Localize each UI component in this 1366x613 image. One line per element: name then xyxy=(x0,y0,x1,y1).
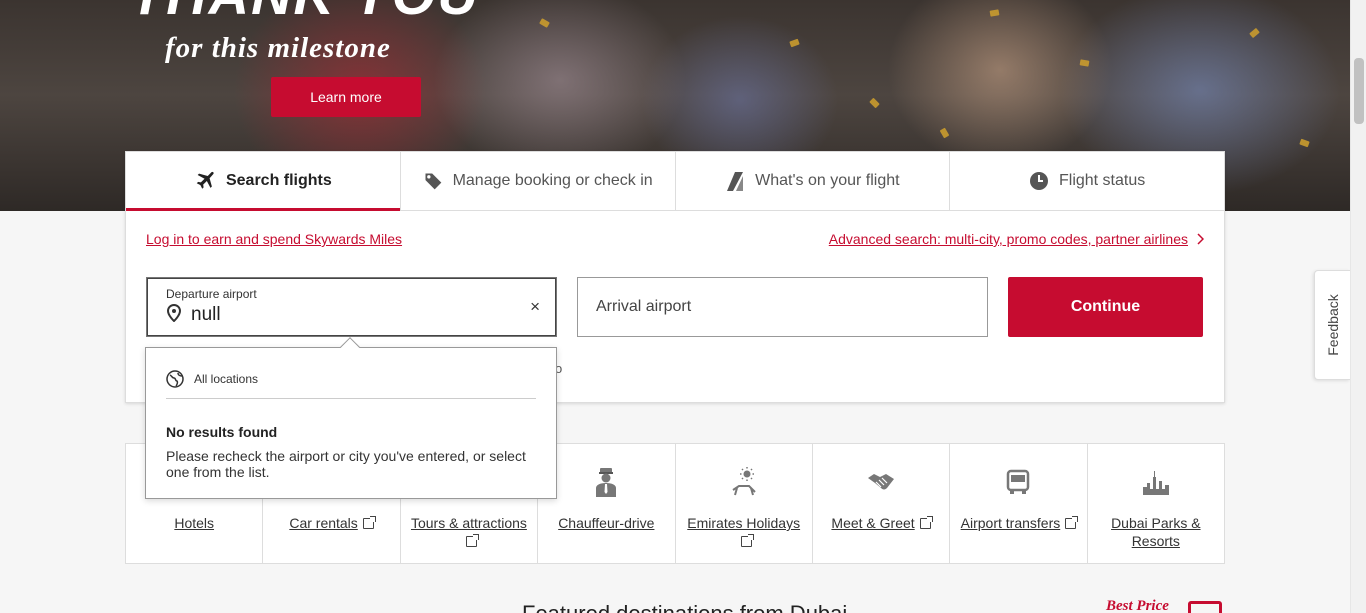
confetti-decoration xyxy=(869,97,880,109)
tab-search-flights[interactable]: Search flights xyxy=(126,152,401,211)
confetti-decoration xyxy=(1079,59,1090,67)
feedback-tab[interactable]: Feedback xyxy=(1314,270,1350,380)
scrollbar-thumb[interactable] xyxy=(1354,58,1364,124)
skywards-login-link[interactable]: Log in to earn and spend Skywards Miles xyxy=(146,231,402,247)
external-link-icon xyxy=(740,534,754,547)
clock-icon xyxy=(1029,171,1049,191)
all-locations-option[interactable]: All locations xyxy=(166,370,258,388)
tab-label: Manage booking or check in xyxy=(452,172,653,189)
confetti-decoration xyxy=(1249,27,1260,39)
tab-flight-status[interactable]: Flight status xyxy=(950,152,1224,210)
hero-subtitle: for this milestone xyxy=(165,32,391,64)
dropdown-divider xyxy=(166,398,536,399)
featured-destinations-heading: Featured destinations from Dubai xyxy=(522,601,847,613)
advanced-search-link[interactable]: Advanced search: multi-city, promo codes… xyxy=(829,231,1204,247)
external-link-icon xyxy=(362,516,376,529)
tab-label: What's on your flight xyxy=(755,172,900,189)
continue-button[interactable]: Continue xyxy=(1008,277,1203,337)
globe-icon xyxy=(166,370,184,388)
confetti-decoration xyxy=(1299,138,1310,148)
handshake-icon xyxy=(866,464,896,500)
tab-manage-booking[interactable]: Manage booking or check in xyxy=(401,152,676,210)
service-chauffeur[interactable]: Chauffeur-drive xyxy=(538,444,676,563)
best-price-badge: Best Price xyxy=(1106,598,1169,613)
service-label: Airport transfers xyxy=(958,514,1079,532)
confetti-decoration xyxy=(939,127,950,139)
search-links-row: Log in to earn and spend Skywards Miles … xyxy=(146,231,1204,247)
service-meet-greet[interactable]: Meet & Greet xyxy=(813,444,951,563)
external-link-icon xyxy=(919,516,933,529)
page-scrollbar[interactable] xyxy=(1350,0,1366,613)
service-label: Chauffeur-drive xyxy=(558,515,655,531)
service-dubai-parks[interactable]: Dubai Parks & Resorts xyxy=(1088,444,1224,563)
service-label: Dubai Parks & Resorts xyxy=(1111,515,1201,549)
confetti-decoration xyxy=(789,38,800,48)
service-holidays[interactable]: Emirates Holidays xyxy=(676,444,813,563)
departure-input[interactable]: null xyxy=(191,304,221,326)
tag-icon xyxy=(423,171,443,191)
tab-label: Flight status xyxy=(1058,172,1146,189)
external-link-icon xyxy=(465,534,479,547)
airport-suggestions-dropdown: All locations No results found Please re… xyxy=(145,337,557,499)
no-results-title: No results found xyxy=(166,424,278,440)
no-results-message: Please recheck the airport or city you'v… xyxy=(166,448,526,480)
service-label: Emirates Holidays xyxy=(684,514,804,550)
arrival-airport-field[interactable]: Arrival airport xyxy=(577,277,988,337)
chauffeur-icon xyxy=(591,464,621,500)
clear-input-button[interactable]: × xyxy=(530,297,540,317)
location-pin-icon xyxy=(166,303,182,327)
departure-label: Departure airport xyxy=(166,287,257,301)
tab-label: Search flights xyxy=(225,172,332,189)
service-label: Tours & attractions xyxy=(409,514,529,550)
service-airport-transfers[interactable]: Airport transfers xyxy=(950,444,1088,563)
skyline-icon xyxy=(1141,464,1171,500)
learn-more-button[interactable]: Learn more xyxy=(271,77,421,117)
all-locations-label: All locations xyxy=(194,372,259,386)
departure-airport-field[interactable]: Departure airport null × xyxy=(146,277,557,337)
confetti-decoration xyxy=(539,18,550,28)
service-label: Car rentals xyxy=(272,514,392,532)
service-label: Hotels xyxy=(174,515,215,531)
chevron-right-icon xyxy=(1197,233,1204,245)
advanced-search-label: Advanced search: multi-city, promo codes… xyxy=(828,231,1188,247)
tailfin-icon xyxy=(725,170,745,192)
bus-icon xyxy=(1003,464,1033,500)
arrival-input[interactable]: Arrival airport xyxy=(596,298,691,316)
feedback-label: Feedback xyxy=(1324,294,1341,356)
plane-icon xyxy=(194,170,216,192)
hero-title: THANK YOU xyxy=(130,0,480,27)
external-link-icon xyxy=(1065,516,1079,529)
search-tabs: Search flights Manage booking or check i… xyxy=(126,152,1224,211)
tab-whats-on-flight[interactable]: What's on your flight xyxy=(676,152,951,210)
confetti-decoration xyxy=(989,9,1000,17)
best-price-check-icon xyxy=(1188,601,1222,613)
service-label: Meet & Greet xyxy=(821,514,941,532)
holiday-icon xyxy=(729,464,759,500)
